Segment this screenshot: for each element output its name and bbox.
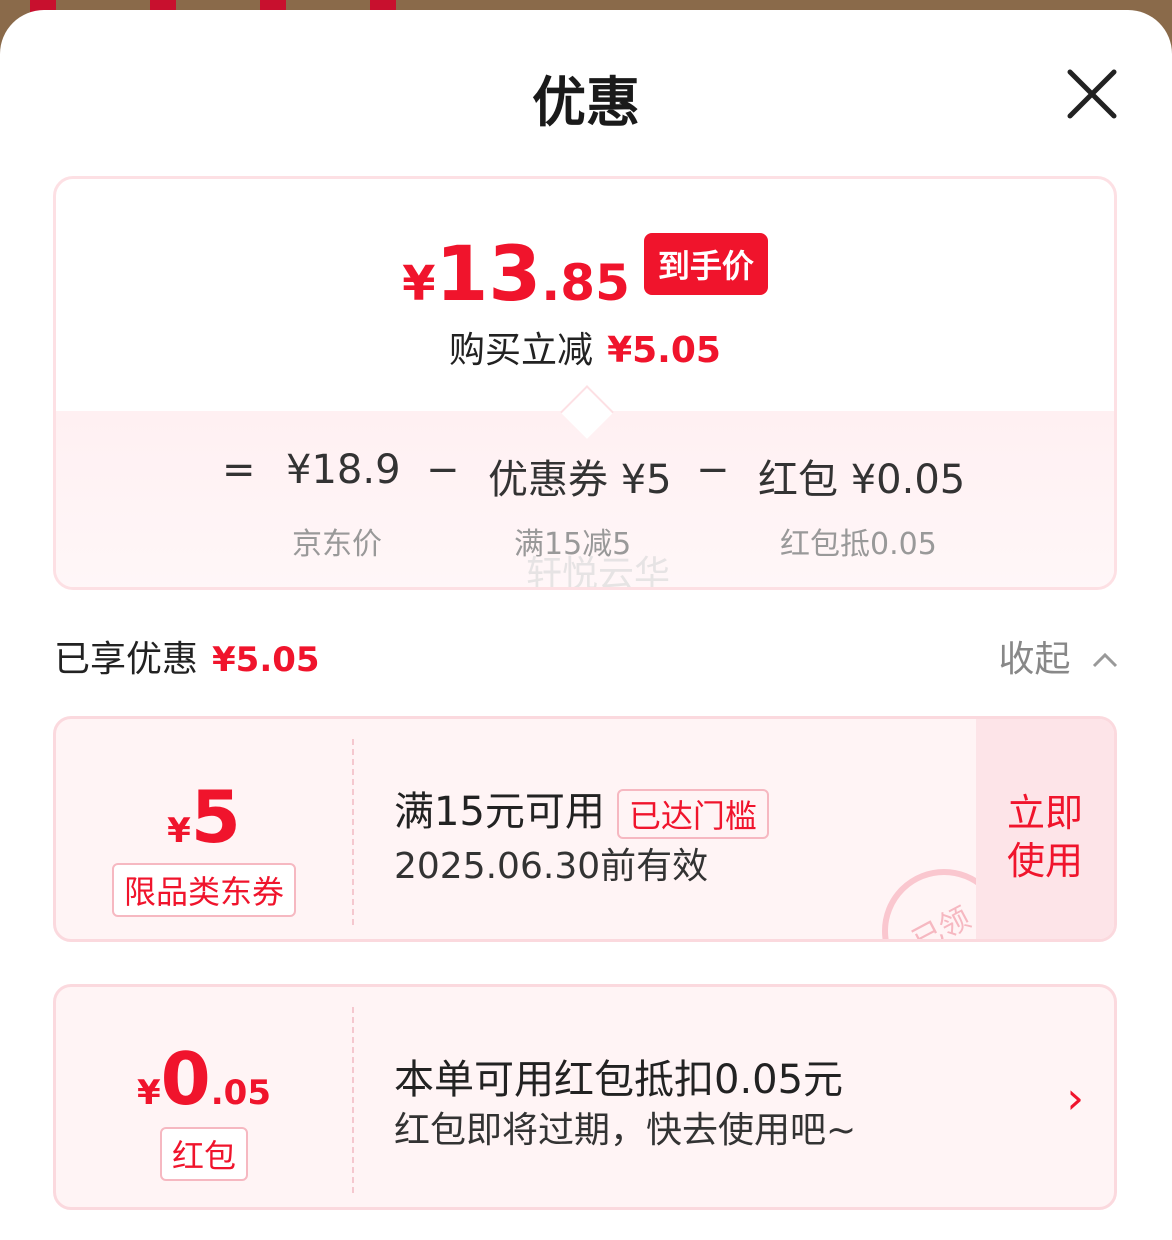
coupon-category-tag: 限品类东券 <box>112 863 297 917</box>
price-summary-card: ¥13.85 到手价 购买立减 ¥5.05 = ¥18.9 − 优惠券 ¥5 − 红… <box>53 176 1117 590</box>
close-icon <box>1067 69 1117 119</box>
redpacket-title: 本单可用红包抵扣0.05元 <box>394 1057 844 1103</box>
redpacket-value: ¥0.05 <box>136 1037 271 1121</box>
redpacket-card[interactable]: ¥0.05 红包 本单可用红包抵扣0.05元 红包即将过期，快去使用吧~ › <box>53 984 1117 1210</box>
redpacket-tag: 红包 <box>160 1127 249 1181</box>
coupon-title: 满15元可用 已达门槛 <box>394 779 769 839</box>
redpacket-label: 红包抵0.05 <box>780 527 937 562</box>
chevron-right-icon[interactable]: › <box>1066 1073 1084 1124</box>
use-now-button[interactable]: 立即 使用 <box>976 719 1114 939</box>
watermark: 轩悦云华 <box>526 554 671 590</box>
chevron-up-icon <box>1092 652 1118 668</box>
collapse-button[interactable]: 收起 <box>999 630 1120 682</box>
final-price-badge: 到手价 <box>643 232 768 295</box>
coupon-amount: 优惠券 ¥5 <box>488 457 672 503</box>
coupon-expiry: 2025.06.30前有效 <box>394 846 709 887</box>
instant-reduce: 购买立减 ¥5.05 <box>449 330 721 371</box>
redpacket-subtitle: 红包即将过期，快去使用吧~ <box>394 1110 857 1151</box>
coupon-value: ¥5 <box>167 775 241 859</box>
final-price: ¥13.85 <box>402 229 630 318</box>
jd-price: ¥18.9 <box>286 447 401 493</box>
redpacket-amount: 红包 ¥0.05 <box>758 457 966 503</box>
close-button[interactable] <box>1064 66 1120 122</box>
final-price-row: ¥13.85 到手价 <box>56 229 1114 318</box>
coupon-card[interactable]: ¥5 限品类东券 满15元可用 已达门槛 2025.06.30前有效 已领 立即使… <box>53 716 1117 942</box>
enjoyed-discount: 已享优惠 ¥5.05 <box>54 639 320 680</box>
threshold-tag: 已达门槛 <box>616 789 769 839</box>
jd-price-label: 京东价 <box>292 527 382 562</box>
sheet-title: 优惠 <box>532 71 640 134</box>
